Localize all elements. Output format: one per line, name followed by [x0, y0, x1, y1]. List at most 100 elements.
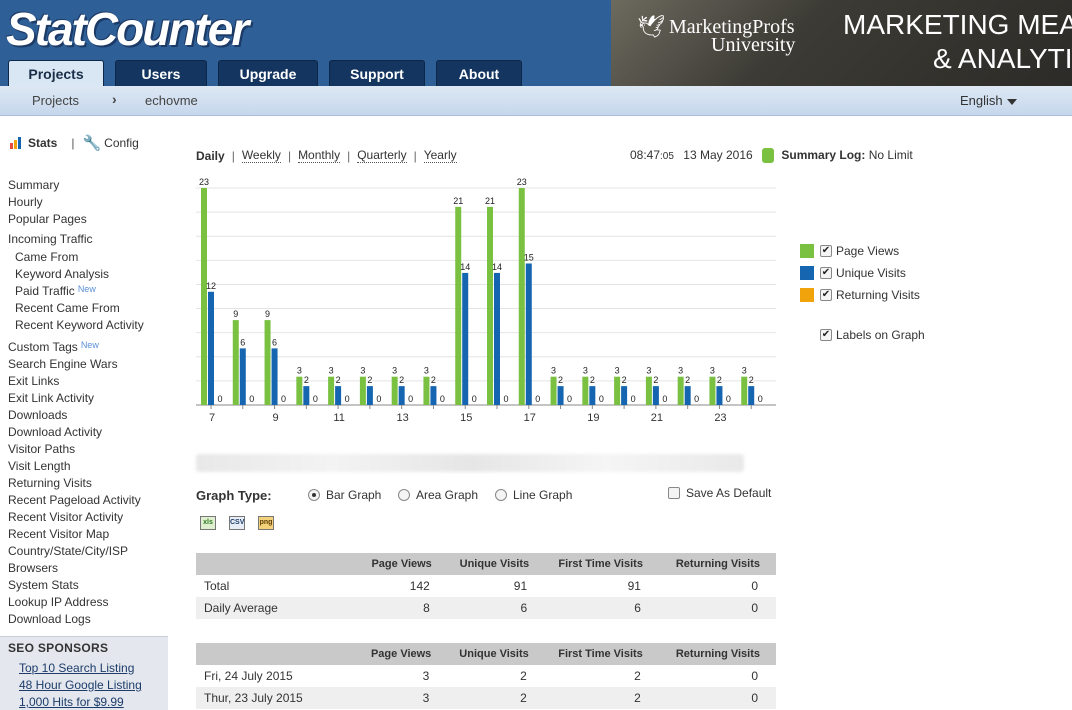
x-tick-label: 11 — [333, 412, 344, 424]
png-export-icon[interactable]: png — [258, 516, 274, 530]
sidebar-item[interactable]: Hourly — [8, 195, 43, 209]
sidebar-item[interactable]: Recent Pageload Activity — [8, 493, 141, 507]
save-as-default[interactable]: Save As Default — [668, 486, 771, 500]
sidebar-item[interactable]: Lookup IP Address — [8, 595, 109, 609]
tab-about[interactable]: About — [436, 60, 522, 86]
breadcrumb-projects[interactable]: Projects — [32, 93, 79, 108]
legend-label: Unique Visits — [836, 266, 906, 280]
tab-users[interactable]: Users — [115, 60, 207, 86]
clock-date: 13 May 2016 — [683, 148, 753, 162]
statcounter-logo[interactable]: StatCounter — [6, 2, 249, 56]
stats-link[interactable]: Stats — [28, 136, 57, 150]
data-label: 2 — [590, 375, 595, 385]
sidebar-item[interactable]: Downloads — [8, 408, 67, 422]
sidebar-item[interactable]: Recent Visitor Map — [8, 527, 109, 541]
tab-support[interactable]: Support — [329, 60, 425, 86]
sidebar-item[interactable]: Custom Tags New — [8, 340, 99, 354]
period-separator: | — [347, 148, 351, 163]
bar — [557, 386, 564, 405]
table-cell: Fri, 24 July 2015 — [204, 669, 293, 683]
bar — [582, 376, 589, 405]
checkbox-checked-icon[interactable]: ✔ — [820, 329, 832, 341]
checkbox-checked-icon[interactable]: ✔ — [820, 245, 832, 257]
data-label: 3 — [297, 366, 302, 376]
language-select[interactable]: English — [960, 93, 1017, 108]
data-label: 23 — [199, 177, 209, 187]
data-label: 23 — [517, 177, 527, 187]
tab-projects[interactable]: Projects — [8, 60, 104, 87]
breadcrumb-project[interactable]: echovme — [145, 93, 198, 108]
sidebar-item-label: System Stats — [8, 578, 79, 592]
radio-bar-graph[interactable]: Bar Graph — [308, 488, 381, 502]
sidebar-item[interactable]: Visitor Paths — [8, 442, 75, 456]
sidebar-item[interactable]: Recent Visitor Activity — [8, 510, 123, 524]
sidebar-item[interactable]: Download Logs — [8, 612, 91, 626]
data-label: 15 — [524, 252, 534, 262]
sidebar-item[interactable]: Recent Keyword Activity — [15, 318, 144, 332]
sponsor-link[interactable]: 48 Hour Google Listing — [19, 678, 142, 692]
legend-swatch — [800, 288, 814, 302]
sidebar-item[interactable]: Search Engine Wars — [8, 357, 118, 371]
table-cell: 91 — [513, 579, 528, 593]
bar — [232, 320, 239, 405]
checkbox-icon[interactable] — [668, 487, 680, 499]
ad-banner[interactable]: 🕊 MarketingProfs University MARKETING ME… — [611, 0, 1072, 86]
checkbox-checked-icon[interactable]: ✔ — [820, 267, 832, 279]
period-quarterly[interactable]: Quarterly — [357, 148, 407, 163]
sidebar-item[interactable]: Came From — [15, 250, 78, 264]
sidebar-item[interactable]: Country/State/City/ISP — [8, 544, 128, 558]
sidebar-item[interactable]: System Stats — [8, 578, 79, 592]
period-monthly[interactable]: Monthly — [298, 148, 341, 163]
data-label: 2 — [558, 375, 563, 385]
labels-on-graph-toggle[interactable]: ✔ Labels on Graph — [820, 328, 925, 342]
legend-page-views[interactable]: ✔ Page Views — [800, 244, 899, 258]
sidebar-item[interactable]: Recent Came From — [15, 301, 120, 315]
save-as-default-label: Save As Default — [686, 486, 772, 500]
data-label: 0 — [758, 394, 763, 404]
data-label: 2 — [685, 375, 690, 385]
sidebar-item[interactable]: Summary — [8, 178, 59, 192]
table-cell: 3 — [350, 687, 448, 709]
csv-export-icon[interactable]: CSV — [229, 516, 245, 530]
data-label: 21 — [485, 196, 495, 206]
sidebar-item[interactable]: Exit Link Activity — [8, 391, 94, 405]
data-label: 9 — [265, 309, 270, 319]
period-yearly[interactable]: Yearly — [423, 148, 457, 163]
data-label: 0 — [408, 394, 413, 404]
checkbox-checked-icon[interactable]: ✔ — [820, 289, 832, 301]
legend-returning-visits[interactable]: ✔ Returning Visits — [800, 288, 920, 302]
bird-icon: 🕊 — [637, 14, 665, 39]
bar — [487, 206, 493, 405]
sidebar-item-label: Visitor Paths — [8, 442, 76, 456]
radio-line-graph[interactable]: Line Graph — [495, 488, 572, 502]
sidebar-item[interactable]: Browsers — [8, 561, 58, 575]
sidebar-item[interactable]: Incoming Traffic — [8, 232, 92, 246]
sidebar-item[interactable]: Download Activity — [8, 425, 102, 439]
sponsor-link[interactable]: 1,000 Hits for $9.99 — [19, 695, 124, 709]
sidebar-item[interactable]: Exit Links — [8, 374, 59, 388]
sponsor-link[interactable]: Top 10 Search Listing — [19, 661, 134, 675]
data-label: 3 — [678, 366, 683, 376]
radio-area-graph[interactable]: Area Graph — [398, 488, 478, 502]
tab-upgrade[interactable]: Upgrade — [218, 60, 318, 86]
config-link[interactable]: Config — [104, 136, 139, 150]
table-cell: 8 — [350, 597, 448, 619]
main-tabs: Projects Users Upgrade Support About — [8, 60, 533, 87]
sidebar-item[interactable]: Paid Traffic New — [15, 284, 96, 298]
bar — [462, 272, 469, 405]
summary-log-label: Summary Log: — [781, 148, 866, 162]
legend-unique-visits[interactable]: ✔ Unique Visits — [800, 266, 906, 280]
sidebar-item[interactable]: Returning Visits — [8, 476, 92, 490]
period-weekly[interactable]: Weekly — [241, 148, 281, 163]
excel-export-icon[interactable]: xls — [200, 516, 216, 530]
column-header: Returning Visits — [658, 553, 776, 575]
sidebar-item[interactable]: Popular Pages — [8, 212, 87, 226]
period-daily[interactable]: Daily — [196, 149, 225, 163]
bar — [614, 376, 621, 405]
sidebar-item[interactable]: Keyword Analysis — [15, 267, 109, 281]
breadcrumb: Projects › echovme English — [0, 86, 1072, 116]
date-range-blurred[interactable] — [196, 454, 744, 472]
sidebar-item[interactable]: Visit Length — [8, 459, 71, 473]
column-header: First Time Visits — [544, 643, 659, 665]
x-tick-label: 7 — [209, 412, 215, 424]
